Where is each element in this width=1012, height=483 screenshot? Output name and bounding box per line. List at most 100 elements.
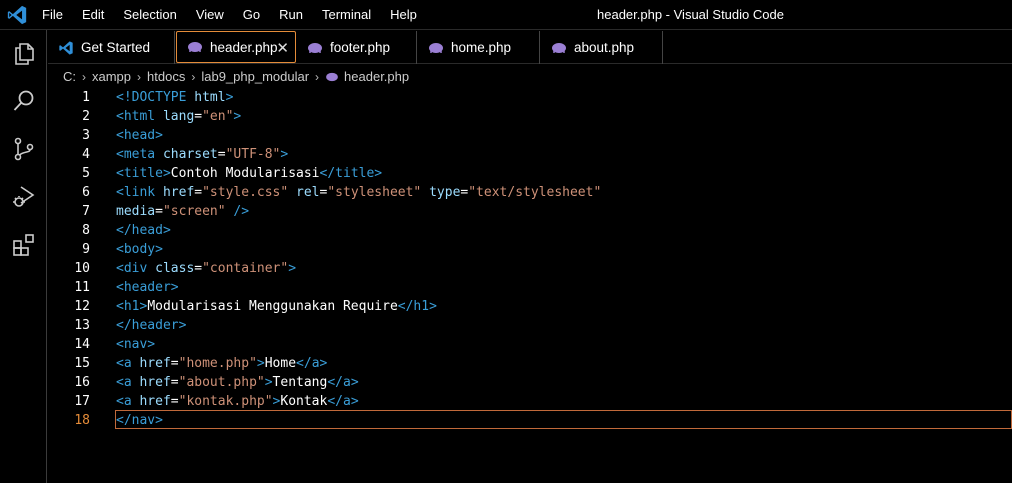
line-number: 11: [74, 280, 90, 295]
code-token: <!DOCTYPE: [116, 90, 195, 105]
line-number: 13: [74, 318, 90, 333]
code-token: >: [256, 356, 265, 371]
menu-go[interactable]: Go: [234, 0, 270, 30]
menu-run[interactable]: Run: [270, 0, 313, 30]
code-line[interactable]: 5 <title>Contoh Modularisasi</title>: [48, 164, 1012, 183]
code-line[interactable]: 3 <head>: [48, 126, 1012, 145]
code-token: Home: [264, 356, 297, 371]
code-token: class: [155, 261, 195, 276]
code-token: "screen": [162, 204, 226, 219]
line-number: 2: [82, 109, 90, 124]
code-text: <h1>Modularisasi Menggunakan Require</h1…: [116, 297, 437, 316]
code-token: type: [429, 185, 461, 200]
code-token: Contoh Modularisasi: [170, 166, 320, 181]
breadcrumb-folder[interactable]: lab9_php_modular: [201, 69, 309, 84]
code-text: <html lang="en">: [116, 107, 241, 126]
code-token: charset: [162, 147, 218, 162]
tab-header-php[interactable]: header.php ✕: [176, 31, 296, 63]
code-token: Kontak: [280, 394, 328, 409]
breadcrumb-drive[interactable]: C:: [63, 69, 76, 84]
code-line[interactable]: 12 <h1>Modularisasi Menggunakan Require</…: [48, 297, 1012, 316]
code-line[interactable]: 6 <link href="style.css" rel="stylesheet"…: [48, 183, 1012, 202]
code-text: <div class="container">: [116, 259, 296, 278]
menu-selection[interactable]: Selection: [114, 0, 186, 30]
code-line[interactable]: 16 <a href="about.php">Tentang</a>: [48, 373, 1012, 392]
code-line[interactable]: 2 <html lang="en">: [48, 107, 1012, 126]
breadcrumb-file[interactable]: header.php: [344, 69, 409, 84]
tab-get-started[interactable]: Get Started: [48, 31, 175, 64]
code-token: <h1>: [116, 299, 148, 314]
code-line[interactable]: 10 <div class="container">: [48, 259, 1012, 278]
code-line[interactable]: 18 </nav>: [48, 410, 1012, 430]
code-token: </a>: [327, 394, 359, 409]
tab-label: footer.php: [330, 40, 391, 55]
code-token: <head>: [116, 128, 163, 143]
vscode-logo-icon: [7, 5, 27, 25]
line-number: 7: [82, 204, 90, 219]
code-token: "text/stylesheet": [468, 185, 602, 200]
code-token: "container": [202, 261, 289, 276]
code-token: href: [139, 356, 171, 371]
tab-about-php[interactable]: about.php: [541, 31, 663, 64]
code-token: </head>: [116, 223, 171, 238]
code-text: </header>: [116, 316, 186, 335]
code-text: media="screen" />: [116, 202, 249, 221]
line-number: 10: [74, 261, 90, 276]
php-icon: [428, 42, 444, 54]
code-token: =: [194, 185, 203, 200]
close-icon[interactable]: ✕: [276, 39, 289, 57]
search-icon[interactable]: [9, 86, 39, 116]
code-token: "style.css": [202, 185, 289, 200]
code-token: "en": [202, 109, 234, 124]
code-token: "UTF-8": [225, 147, 281, 162]
tab-home-php[interactable]: home.php: [418, 31, 540, 64]
code-token: >: [225, 90, 234, 105]
chevron-right-icon: ›: [137, 69, 142, 84]
editor-tabs: Get Started header.php ✕ footer.php home…: [48, 31, 1012, 64]
code-line[interactable]: 1 <!DOCTYPE html>: [48, 88, 1012, 107]
code-line[interactable]: 17 <a href="kontak.php">Kontak</a>: [48, 392, 1012, 411]
menu-edit[interactable]: Edit: [73, 0, 114, 30]
menu-terminal[interactable]: Terminal: [313, 0, 381, 30]
code-editor[interactable]: 1 <!DOCTYPE html> 2 <html lang="en"> 3 <head>…: [48, 88, 1012, 483]
code-token: =: [170, 356, 179, 371]
code-token: media: [116, 204, 156, 219]
code-token: Modularisasi Menggunakan Require: [147, 299, 398, 314]
code-line[interactable]: 11 <header>: [48, 278, 1012, 297]
run-debug-icon[interactable]: [9, 182, 39, 212]
tab-footer-php[interactable]: footer.php: [297, 31, 417, 64]
source-control-icon[interactable]: [9, 134, 39, 164]
code-line[interactable]: 13 </header>: [48, 316, 1012, 335]
code-text: <link href="style.css" rel="stylesheet" …: [116, 183, 601, 202]
chevron-right-icon: ›: [315, 69, 320, 84]
code-token: href: [139, 375, 171, 390]
menu-view[interactable]: View: [187, 0, 234, 30]
breadcrumb-xampp[interactable]: xampp: [92, 69, 131, 84]
menu-file[interactable]: File: [33, 0, 73, 30]
code-token: >: [264, 375, 273, 390]
code-token: <a: [116, 375, 140, 390]
code-line[interactable]: 8 </head>: [48, 221, 1012, 240]
php-icon: [325, 72, 339, 82]
code-text: <body>: [116, 240, 163, 259]
code-token: <meta: [116, 147, 163, 162]
tab-label: home.php: [451, 40, 512, 55]
code-line[interactable]: 7 media="screen" />: [48, 202, 1012, 221]
code-token: <title>: [116, 166, 171, 181]
code-text: <a href="about.php">Tentang</a>: [116, 373, 359, 392]
code-line[interactable]: 9 <body>: [48, 240, 1012, 259]
code-text: <a href="home.php">Home</a>: [116, 354, 327, 373]
menu-help[interactable]: Help: [381, 0, 427, 30]
code-token: "about.php": [178, 375, 265, 390]
code-token: <nav>: [116, 337, 156, 352]
line-number: 9: [82, 242, 90, 257]
code-line[interactable]: 15 <a href="home.php">Home</a>: [48, 354, 1012, 373]
code-text: <nav>: [116, 335, 155, 354]
breadcrumb-htdocs[interactable]: htdocs: [147, 69, 185, 84]
code-line[interactable]: 14 <nav>: [48, 335, 1012, 354]
code-token: </header>: [116, 318, 187, 333]
code-line[interactable]: 4 <meta charset="UTF-8">: [48, 145, 1012, 164]
code-token: <header>: [116, 280, 179, 295]
extensions-icon[interactable]: [9, 230, 39, 260]
files-icon[interactable]: [9, 39, 39, 69]
